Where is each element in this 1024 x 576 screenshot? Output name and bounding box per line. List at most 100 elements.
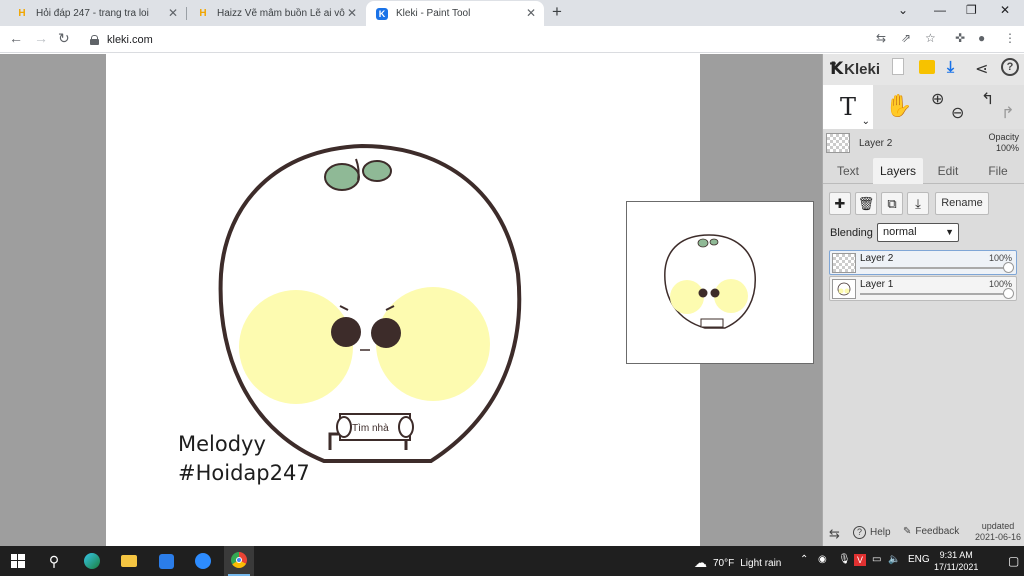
tab-edit[interactable]: Edit (927, 158, 969, 184)
preview-thumbnail (664, 234, 756, 329)
layer-opacity-slider[interactable] (860, 267, 1008, 269)
system-clock[interactable]: 9:31 AM 17/11/2021 (934, 549, 978, 573)
panel-header: Ꝁ Kleki ⤓ ⋖ ? (823, 54, 1024, 85)
tab-search-icon[interactable]: ⌄ (898, 3, 908, 17)
new-tab-button[interactable]: + (552, 2, 562, 22)
store-app-icon[interactable] (156, 551, 176, 571)
feedback-link[interactable]: ✎ Feedback (903, 526, 959, 537)
microphone-icon[interactable]: 🎙 (838, 554, 851, 565)
tab-file[interactable]: File (977, 158, 1019, 184)
opacity-slider-knob[interactable] (1003, 288, 1014, 299)
redo-icon[interactable]: ↱ (1001, 103, 1014, 123)
blending-label: Blending (830, 227, 873, 239)
layer-opacity-slider[interactable] (860, 293, 1008, 295)
restore-icon[interactable]: ❐ (966, 3, 977, 17)
chrome-menu-icon[interactable]: ⋮ (1004, 31, 1016, 45)
close-window-icon[interactable]: ✕ (1000, 3, 1010, 17)
open-folder-icon[interactable] (919, 60, 935, 74)
close-tab-icon[interactable]: ✕ (168, 6, 178, 20)
profile-avatar-icon[interactable]: ● (978, 31, 985, 45)
right-eye (371, 318, 401, 348)
zoom-out-icon[interactable]: ⊖ (951, 103, 964, 123)
new-image-icon[interactable] (892, 58, 904, 75)
layer-thumbnail (832, 279, 856, 299)
updated-date: 2021-06-16 (974, 532, 1021, 542)
search-icon[interactable]: ⚲ (44, 551, 64, 571)
extensions-puzzle-icon[interactable]: ✜ (955, 31, 965, 45)
bookmark-star-icon[interactable]: ☆ (925, 31, 936, 45)
browser-tab-2[interactable]: H Haizz Vẽ mâm buồn Lẽ ai vô nhớ ✕ (187, 1, 365, 26)
download-icon[interactable]: ⤓ (947, 59, 954, 77)
hand-tool-icon[interactable]: ✋ (885, 93, 912, 119)
tray-app-icon[interactable]: ◉ (818, 554, 827, 565)
drawing-canvas[interactable]: Tìm nhà Melodyy #Hoidap247 (106, 54, 700, 546)
url-field[interactable]: kleki.com (78, 29, 858, 50)
current-layer-thumbnail (826, 133, 850, 153)
help-circle-icon[interactable]: ? (1001, 58, 1019, 76)
translate-icon[interactable]: ⇆ (876, 31, 886, 45)
opacity-slider-knob[interactable] (1003, 262, 1014, 273)
opacity-label: Opacity (988, 132, 1019, 142)
kleki-logo: Ꝁ Kleki (830, 59, 880, 79)
duplicate-layer-button[interactable]: ⧉ (881, 192, 903, 215)
tab-text[interactable]: Text (827, 158, 869, 184)
tray-chevron-up-icon[interactable]: ⌃ (800, 554, 808, 565)
chevron-down-icon: ▼ (945, 227, 954, 237)
opacity-value: 100% (995, 143, 1019, 153)
swap-side-icon[interactable]: ⇆ (829, 526, 840, 542)
browser-tab-3[interactable]: K Kleki - Paint Tool ✕ (366, 1, 544, 26)
windows-start-icon[interactable] (8, 551, 28, 571)
language-indicator[interactable]: ENG (908, 554, 930, 565)
cloud-rain-icon: ☁ (694, 555, 707, 570)
clock-date: 17/11/2021 (934, 562, 979, 572)
help-circle-icon: ? (853, 526, 866, 539)
tab-layers[interactable]: Layers (873, 158, 923, 184)
edge-browser-icon[interactable] (82, 551, 102, 571)
blending-select[interactable]: normal ▼ (877, 223, 959, 242)
layer-item-layer-1[interactable]: Layer 1 100% (829, 276, 1017, 301)
text-tool-button[interactable]: T ⌄ (823, 85, 873, 129)
current-layer-name: Layer 2 (859, 138, 893, 149)
close-tab-icon[interactable]: ✕ (347, 6, 357, 20)
browser-tab-1[interactable]: H Hỏi đáp 247 - trang tra loi ✕ (6, 1, 186, 26)
zoom-app-icon[interactable] (193, 551, 213, 571)
minimize-icon[interactable]: — (934, 3, 946, 17)
current-layer-info: Layer 2 Opacity 100% (823, 129, 1024, 159)
weather-widget[interactable]: ☁ 70°F Light rain (694, 555, 781, 571)
delete-layer-button[interactable]: 🗑 (855, 192, 877, 215)
notification-icon[interactable]: ▢ (1008, 554, 1019, 568)
reload-icon[interactable]: ↻ (58, 30, 70, 47)
kleki-logo-text: Kleki (844, 60, 881, 78)
weather-temp: 70°F (713, 557, 735, 569)
file-explorer-icon[interactable] (119, 551, 139, 571)
signature-name: Melodyy (178, 432, 266, 456)
chrome-taskbar-button[interactable] (224, 546, 254, 576)
layer-item-layer-2[interactable]: Layer 2 100% (829, 250, 1017, 275)
volume-icon[interactable]: 🔈 (888, 554, 900, 565)
weather-desc: Light rain (740, 557, 782, 569)
chevron-down-icon[interactable]: ⌄ (862, 116, 870, 127)
address-bar-row: ← → ↻ kleki.com ⇆ ⇗ ☆ ✜ ● ⋮ (0, 26, 1024, 53)
add-layer-button[interactable]: ✚ (829, 192, 851, 215)
opacity-readout: Opacity 100% (988, 132, 1019, 154)
updated-label: updated (981, 521, 1015, 531)
tool-selector-row: T ⌄ ✋ ⊕ ⊖ ↰ ↱ (823, 85, 1024, 129)
merge-layer-button[interactable]: ⤓ (907, 192, 929, 215)
zoom-in-icon[interactable]: ⊕ (931, 89, 944, 109)
network-icon[interactable]: ▭ (872, 554, 881, 565)
left-cheek (239, 290, 353, 404)
undo-icon[interactable]: ↰ (981, 89, 994, 109)
share-icon[interactable]: ⋖ (975, 59, 988, 79)
update-info[interactable]: updated 2021-06-16 (975, 521, 1021, 543)
help-link[interactable]: ? Help (853, 526, 891, 539)
kleki-side-panel: Ꝁ Kleki ⤓ ⋖ ? T ⌄ ✋ ⊕ ⊖ ↰ ↱ Layer 2 Opaci… (822, 54, 1024, 546)
close-tab-icon[interactable]: ✕ (526, 6, 536, 20)
share-icon[interactable]: ⇗ (901, 31, 911, 45)
back-arrow-icon[interactable]: ← (9, 30, 23, 46)
drawing-workspace[interactable]: Tìm nhà Melodyy #Hoidap247 (0, 54, 822, 546)
rename-layer-button[interactable]: Rename (935, 192, 989, 215)
lock-icon (90, 34, 99, 45)
navigator-preview[interactable] (626, 201, 814, 364)
vivaldi-tray-icon[interactable]: V (854, 554, 866, 566)
forward-arrow-icon[interactable]: → (34, 30, 48, 46)
